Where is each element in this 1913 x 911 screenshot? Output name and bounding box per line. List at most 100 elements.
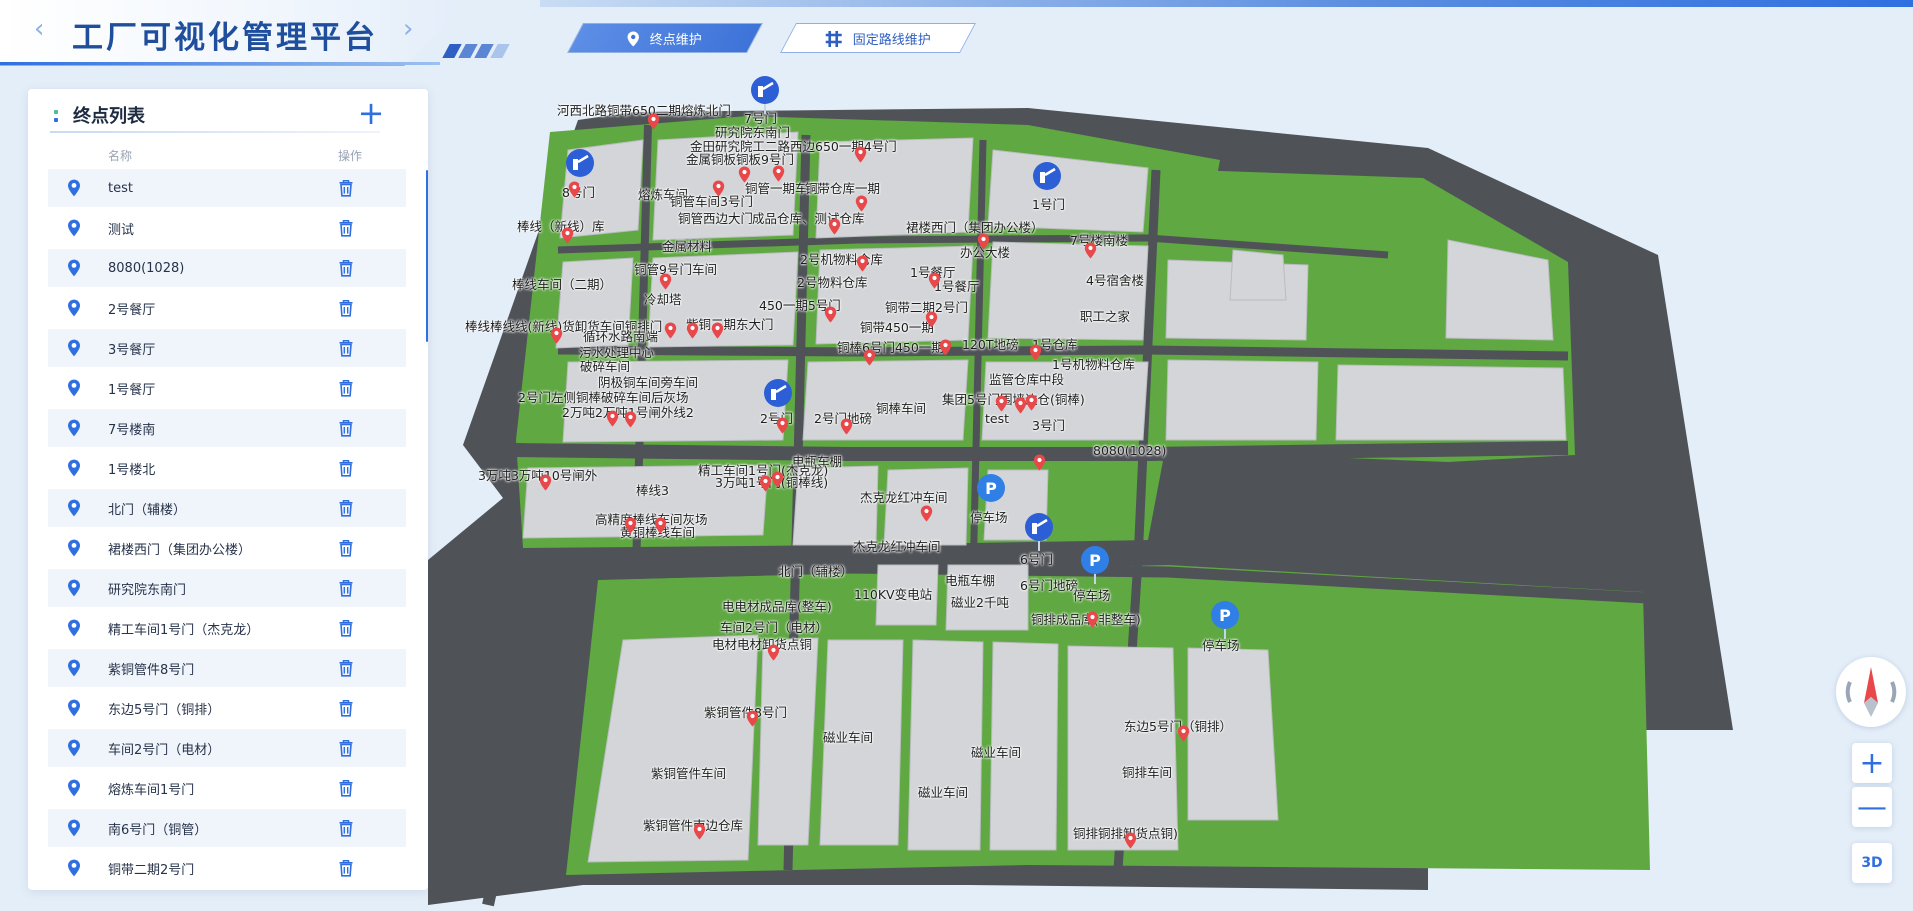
map-marker-icon[interactable] [654, 517, 667, 534]
gate-marker-icon[interactable] [763, 378, 793, 418]
map-marker-icon[interactable] [854, 146, 867, 163]
map-marker-icon[interactable] [686, 322, 699, 339]
map-marker-icon[interactable] [664, 322, 677, 339]
map-marker-icon[interactable] [939, 339, 952, 356]
map-marker-icon[interactable] [550, 327, 563, 344]
factory-map[interactable]: 河西北路铜带650二期熔炼北门 7号门 研究院东南门 金田研究院工二路西边650一期4… [428, 0, 1913, 911]
list-item[interactable]: 铜带二期2号门 [48, 849, 406, 887]
location-pin-icon [67, 859, 81, 877]
list-item[interactable]: 测试 [48, 209, 406, 247]
zoom-in-button[interactable]: + [1852, 743, 1892, 783]
map-marker-icon[interactable] [1025, 394, 1038, 411]
delete-icon[interactable] [338, 259, 354, 277]
delete-icon[interactable] [338, 419, 354, 437]
map-marker-icon[interactable] [855, 195, 868, 212]
list-item[interactable]: 精工车间1号门（杰克龙） [48, 609, 406, 647]
gate-marker-icon[interactable] [1032, 161, 1062, 201]
delete-icon[interactable] [338, 859, 354, 877]
map-marker-icon[interactable] [1033, 454, 1046, 471]
gate-marker-icon[interactable] [750, 75, 780, 115]
list-item[interactable]: 裙楼西门（集团办公楼） [48, 529, 406, 567]
delete-icon[interactable] [338, 539, 354, 557]
add-terminal-button[interactable]: + [356, 97, 386, 129]
map-marker-icon[interactable] [712, 180, 725, 197]
parking-marker-icon[interactable]: P [1210, 600, 1240, 640]
map-marker-icon[interactable] [561, 227, 574, 244]
map-marker-icon[interactable] [1124, 832, 1137, 849]
parking-marker-icon[interactable]: P [1080, 545, 1110, 585]
list-item[interactable]: 东边5号门（铜排） [48, 689, 406, 727]
map-marker-icon[interactable] [925, 311, 938, 328]
delete-icon[interactable] [338, 699, 354, 717]
map-marker-icon[interactable] [624, 411, 637, 428]
terminal-list[interactable]: test 测试 8080(1028) 2号餐厅 3号餐厅 1号餐厅 7号楼南 1号楼北 北门（辅… [48, 169, 408, 890]
map-label: 电电材成品库(整车) [722, 599, 832, 614]
list-item[interactable]: 2号餐厅 [48, 289, 406, 327]
chevron-left-icon: ‹ [34, 14, 45, 44]
delete-icon[interactable] [338, 659, 354, 677]
list-item[interactable]: 8080(1028) [48, 249, 406, 287]
delete-icon[interactable] [338, 499, 354, 517]
map-marker-icon[interactable] [1086, 611, 1099, 628]
location-pin-icon [67, 219, 81, 237]
list-item-name: 研究院东南门 [108, 582, 187, 598]
zoom-out-button[interactable]: — [1852, 787, 1892, 827]
map-marker-icon[interactable] [920, 505, 933, 522]
map-marker-icon[interactable] [624, 517, 637, 534]
map-marker-icon[interactable] [856, 255, 869, 272]
delete-icon[interactable] [338, 819, 354, 837]
map-marker-icon[interactable] [977, 233, 990, 250]
map-marker-icon[interactable] [767, 644, 780, 661]
compass-button[interactable] [1836, 657, 1906, 727]
delete-icon[interactable] [338, 219, 354, 237]
list-item[interactable]: 1号楼北 [48, 449, 406, 487]
map-marker-icon[interactable] [995, 395, 1008, 412]
list-item[interactable]: test [48, 169, 406, 207]
gate-marker-icon[interactable] [1024, 512, 1054, 552]
gate-marker-icon[interactable] [565, 148, 595, 188]
map-marker-icon[interactable] [693, 823, 706, 840]
map-marker-icon[interactable] [647, 113, 660, 130]
delete-icon[interactable] [338, 179, 354, 197]
list-item[interactable]: 3号餐厅 [48, 329, 406, 367]
list-item[interactable]: 研究院东南门 [48, 569, 406, 607]
map-label: 铜管9号门车间 [634, 262, 717, 277]
map-marker-icon[interactable] [1029, 344, 1042, 361]
delete-icon[interactable] [338, 299, 354, 317]
delete-icon[interactable] [338, 379, 354, 397]
location-pin-icon [67, 579, 81, 597]
map-marker-icon[interactable] [824, 306, 837, 323]
delete-icon[interactable] [338, 739, 354, 757]
list-item[interactable]: 1号餐厅 [48, 369, 406, 407]
map-marker-icon[interactable] [539, 474, 552, 491]
list-item[interactable]: 车间2号门（电材） [48, 729, 406, 767]
map-marker-icon[interactable] [1177, 725, 1190, 742]
map-marker-icon[interactable] [772, 165, 785, 182]
delete-icon[interactable] [338, 339, 354, 357]
map-marker-icon[interactable] [928, 272, 941, 289]
map-marker-icon[interactable] [771, 471, 784, 488]
3d-mode-button[interactable]: 3D [1852, 843, 1892, 883]
map-marker-icon[interactable] [863, 349, 876, 366]
delete-icon[interactable] [338, 579, 354, 597]
map-marker-icon[interactable] [659, 273, 672, 290]
map-marker-icon[interactable] [606, 410, 619, 427]
map-marker-icon[interactable] [828, 218, 841, 235]
delete-icon[interactable] [338, 779, 354, 797]
map-marker-icon[interactable] [840, 418, 853, 435]
map-marker-icon[interactable] [776, 417, 789, 434]
list-item[interactable]: 紫铜管件8号门 [48, 649, 406, 687]
map-marker-icon[interactable] [1084, 242, 1097, 259]
map-label: 8080(1028) [1093, 443, 1167, 458]
map-marker-icon[interactable] [746, 710, 759, 727]
list-item[interactable]: 熔炼车间1号门 [48, 769, 406, 807]
parking-marker-icon[interactable]: P [976, 473, 1006, 513]
list-item[interactable]: 北门（辅楼） [48, 489, 406, 527]
map-marker-icon[interactable] [711, 322, 724, 339]
location-pin-icon [67, 499, 81, 517]
delete-icon[interactable] [338, 619, 354, 637]
delete-icon[interactable] [338, 459, 354, 477]
list-item[interactable]: 南6号门（铜管） [48, 809, 406, 847]
map-marker-icon[interactable] [738, 166, 751, 183]
list-item[interactable]: 7号楼南 [48, 409, 406, 447]
